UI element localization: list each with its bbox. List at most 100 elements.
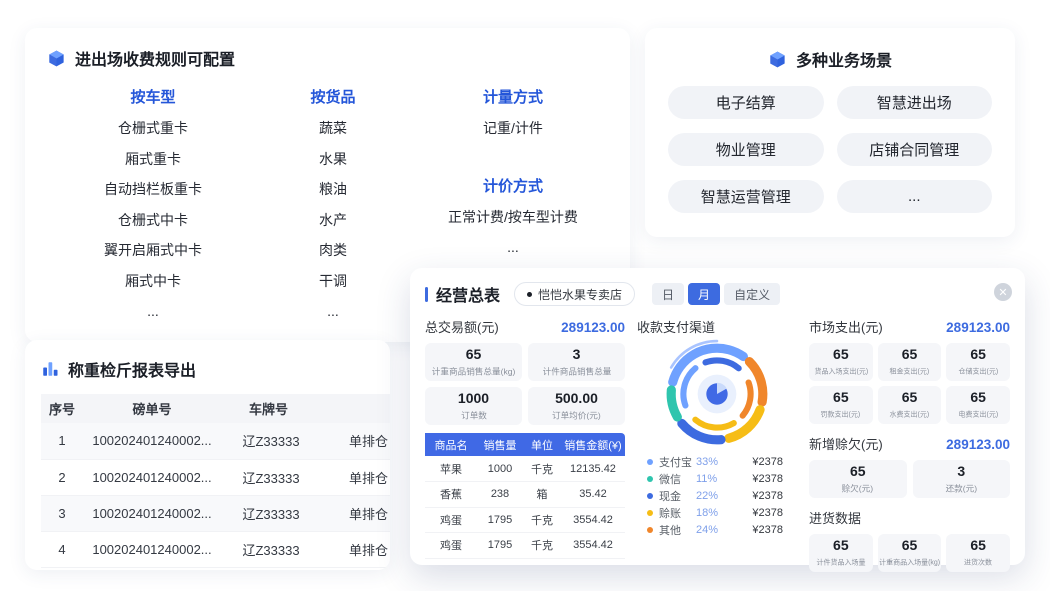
- cell-unit: 千克: [523, 507, 561, 533]
- weigh-table-row[interactable]: 3 100202401240002... 辽Z33333 单排仓: [41, 495, 390, 531]
- stat-label: 罚款支出(元): [821, 408, 861, 419]
- legend-percent: 33%: [696, 456, 718, 468]
- scenario-pill[interactable]: 智慧进出场: [837, 86, 993, 119]
- stat-label: 计重商品入场量(kg): [879, 556, 940, 567]
- measure-mode-item: 记重/计件: [407, 113, 619, 144]
- market-expense-grid: 65 货品入场支出(元) 65 租金支出(元) 65 仓储支出(元): [809, 343, 1010, 424]
- scenario-pill-grid: 电子结算智慧进出场物业管理店铺合同管理智慧运营管理...: [668, 86, 992, 213]
- stat-label: 进货次数: [964, 556, 992, 567]
- stat-box: 3 计件商品销售总量: [528, 343, 625, 381]
- total-transaction-row: 总交易额(元) 289123.00: [425, 317, 625, 336]
- new-credit-label: 新增赊欠(元): [809, 434, 883, 453]
- stat-value: 65: [833, 389, 849, 405]
- vehicle-type-item: 厢式中卡: [47, 266, 259, 297]
- stat-value: 65: [970, 389, 986, 405]
- weigh-table-header-row: 序号磅单号车牌号: [41, 394, 390, 423]
- summary-title: 经营总表: [436, 282, 500, 306]
- stat-value: 500.00: [555, 390, 598, 406]
- cell-plate-no: 辽Z33333: [221, 423, 321, 459]
- market-expense-row: 市场支出(元) 289123.00: [809, 317, 1010, 336]
- product-table-header-cell: 销售金额(¥): [561, 433, 625, 456]
- total-transaction-label: 总交易额(元): [425, 317, 499, 336]
- stat-box: 65 计重商品入场量(kg): [878, 534, 942, 572]
- cube-icon: [768, 50, 787, 69]
- stat-value: 65: [902, 389, 918, 405]
- scenario-pill[interactable]: 电子结算: [668, 86, 824, 119]
- purchase-data-label: 进货数据: [809, 508, 1010, 527]
- legend-percent: 11%: [696, 473, 717, 485]
- store-selector[interactable]: 恺恺水果专卖店: [514, 282, 635, 306]
- stat-label: 仓储支出(元): [958, 365, 998, 376]
- market-expense-label: 市场支出(元): [809, 317, 883, 336]
- weigh-table-row[interactable]: 2 100202401240002... 辽Z33333 单排仓: [41, 459, 390, 495]
- stat-value: 65: [970, 537, 986, 553]
- product-table-header-row: 商品名销售量单位销售金额(¥): [425, 433, 625, 456]
- total-transaction-value: 289123.00: [561, 320, 625, 335]
- weigh-table-header-cell: 序号: [41, 394, 83, 423]
- product-table-row: 苹果 1000 千克 12135.42: [425, 456, 625, 482]
- vehicle-type-item: 翼开启厢式中卡: [47, 235, 259, 266]
- period-tab[interactable]: 日: [652, 283, 684, 305]
- legend-name: 微信: [659, 471, 696, 487]
- legend-color-dot: [647, 527, 653, 533]
- cell-product-name: 鸡蛋: [425, 533, 477, 559]
- close-icon[interactable]: ✕: [994, 283, 1012, 301]
- legend-item: 微信 11% ¥2378: [647, 470, 783, 487]
- new-credit-value: 289123.00: [946, 437, 1010, 452]
- scenario-pill[interactable]: 店铺合同管理: [837, 133, 993, 166]
- stat-value: 65: [850, 463, 866, 479]
- cell-sales-qty: 1000: [477, 456, 523, 482]
- stat-box: 65 罚款支出(元): [809, 386, 873, 424]
- payment-legend: 支付宝 33% ¥2378 微信 11% ¥2378 现金: [637, 453, 797, 538]
- cell-ticket-no: 100202401240002...: [83, 423, 221, 459]
- stat-label: 计重商品销售总量(kg): [432, 364, 516, 377]
- legend-name: 支付宝: [659, 454, 696, 470]
- vehicle-type-header: 按车型: [47, 82, 259, 113]
- weigh-table-header-cell: 车牌号: [221, 394, 321, 423]
- stat-label: 还款(元): [945, 481, 977, 494]
- stat-value: 3: [957, 463, 965, 479]
- cell-warehouse: 单排仓: [321, 423, 390, 459]
- fee-rules-title: 进出场收费规则可配置: [47, 46, 630, 70]
- goods-type-item: 粮油: [259, 174, 407, 205]
- cell-product-name: 苹果: [425, 456, 477, 482]
- stat-value: 65: [902, 537, 918, 553]
- business-scenarios-card: 多种业务场景 电子结算智慧进出场物业管理店铺合同管理智慧运营管理...: [645, 28, 1015, 237]
- cell-unit: 千克: [523, 456, 561, 482]
- bar-chart-icon: [41, 360, 59, 378]
- stat-label: 计件货品入场量: [816, 556, 865, 567]
- scenario-pill[interactable]: 物业管理: [668, 133, 824, 166]
- legend-percent: 18%: [696, 507, 718, 519]
- stat-box: 65 计重商品销售总量(kg): [425, 343, 522, 381]
- stat-label: 订单数: [461, 408, 487, 421]
- weigh-table-row[interactable]: 4 100202401240002... 辽Z33333 单排仓: [41, 531, 390, 567]
- product-table-row: 鸡蛋 1795 千克 3554.42: [425, 507, 625, 533]
- cell-warehouse: 单排仓: [321, 459, 390, 495]
- goods-type-item: 蔬菜: [259, 113, 407, 144]
- legend-item: 其他 24% ¥2378: [647, 521, 783, 538]
- stat-value: 65: [902, 346, 918, 362]
- cell-index: 1: [41, 423, 83, 459]
- vehicle-type-item: 仓栅式重卡: [47, 113, 259, 144]
- period-tab[interactable]: 月: [688, 283, 720, 305]
- period-tab[interactable]: 自定义: [724, 283, 780, 305]
- spacer: [407, 144, 619, 171]
- stat-box: 3 还款(元): [913, 460, 1011, 498]
- cell-sales-qty: 238: [477, 482, 523, 508]
- cube-icon: [47, 49, 66, 68]
- weigh-report-card: 称重检斤报表导出 序号磅单号车牌号 1 100202401240002... 辽…: [25, 340, 390, 570]
- weigh-table-row[interactable]: 1 100202401240002... 辽Z33333 单排仓: [41, 423, 390, 459]
- summary-header: 经营总表 恺恺水果专卖店 日月自定义 ✕: [425, 282, 1010, 306]
- scenario-pill[interactable]: 智慧运营管理: [668, 180, 824, 213]
- stat-label: 货品入场支出(元): [814, 365, 868, 376]
- product-table-row: 鸡蛋 1795 千克 3554.42: [425, 533, 625, 559]
- product-table-header-cell: 销售量: [477, 433, 523, 456]
- stat-label: 电费支出(元): [958, 408, 998, 419]
- scenario-pill[interactable]: ...: [837, 180, 993, 213]
- stat-box: 65 租金支出(元): [878, 343, 942, 381]
- new-credit-row: 新增赊欠(元) 289123.00: [809, 434, 1010, 453]
- stat-value: 65: [833, 346, 849, 362]
- cell-sales-amount: 12135.42: [561, 456, 625, 482]
- cell-unit: 千克: [523, 533, 561, 559]
- cell-ticket-no: 100202401240002...: [83, 531, 221, 567]
